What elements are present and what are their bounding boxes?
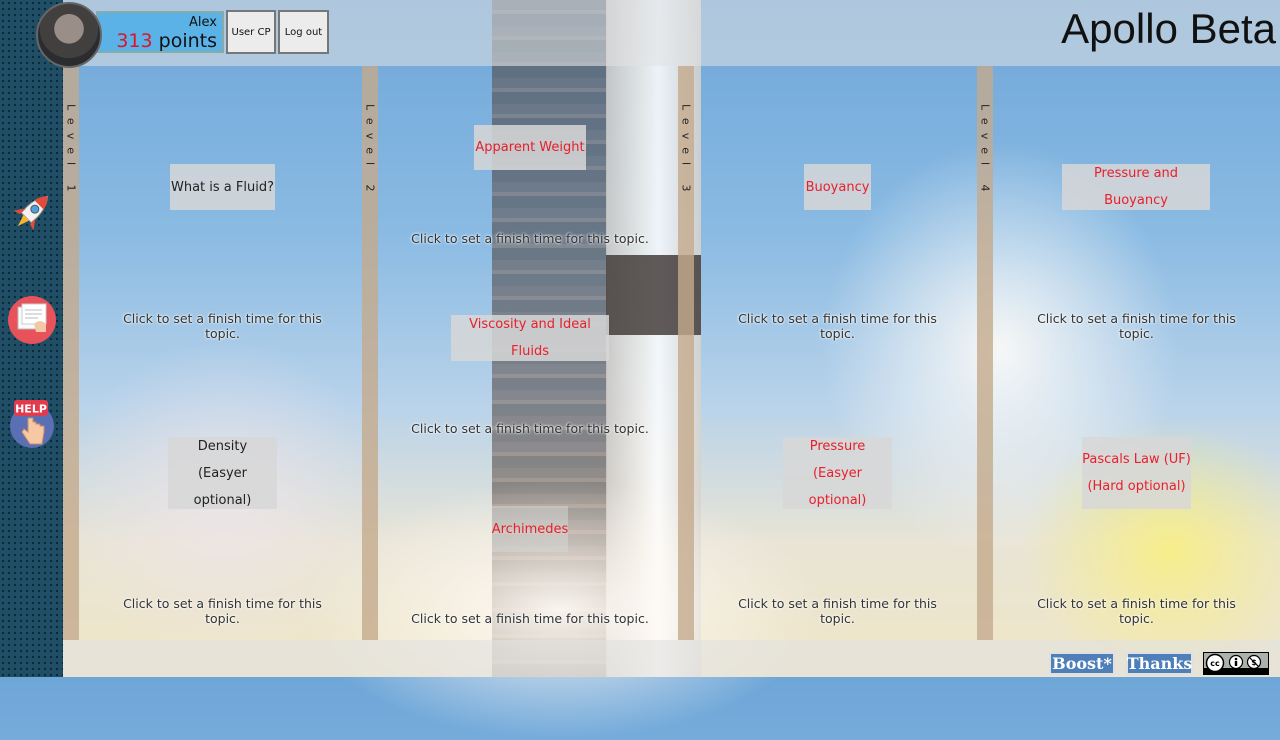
thanks-button[interactable]: Thanks xyxy=(1126,652,1193,675)
level-bar-3: Level 3 xyxy=(678,66,694,640)
points-label: points xyxy=(158,30,217,52)
user-name: Alex xyxy=(189,15,217,30)
topic-buoyancy[interactable]: Buoyancy xyxy=(804,164,871,210)
topic-title: Archimedes xyxy=(491,521,569,537)
user-points-box: Alex 313 points xyxy=(96,11,224,53)
user-points: 313 points xyxy=(98,31,217,51)
finish-time-link[interactable]: Click to set a finish time for this topi… xyxy=(735,596,940,626)
topic-subtitle: (Easyer optional) xyxy=(808,465,867,508)
topic-title: Pressure xyxy=(809,438,866,454)
topic-archimedes[interactable]: Archimedes xyxy=(492,506,568,552)
topic-subtitle: (Easyer optional) xyxy=(193,465,252,508)
rocket-icon[interactable] xyxy=(6,186,58,238)
help-icon[interactable]: HELP xyxy=(6,398,58,450)
document-icon[interactable] xyxy=(6,294,58,346)
level-label: Level 1 xyxy=(64,104,78,200)
level-label: Level 3 xyxy=(679,104,693,200)
topic-title: Apparent Weight xyxy=(475,140,585,155)
finish-time-link[interactable]: Click to set a finish time for this topi… xyxy=(120,596,325,626)
cc-license-badge[interactable]: cc $ xyxy=(1203,652,1269,675)
finish-time-link[interactable]: Click to set a finish time for this topi… xyxy=(400,611,660,626)
level-bar-1: Level 1 xyxy=(63,66,79,640)
topic-apparent-weight[interactable]: Apparent Weight xyxy=(474,125,586,170)
topic-subtitle: (Hard optional) xyxy=(1087,479,1186,494)
topic-pressure-and-buoyancy[interactable]: Pressure and Buoyancy xyxy=(1062,164,1210,210)
topic-density[interactable]: Density (Easyer optional) xyxy=(168,437,277,509)
topic-title: Buoyancy xyxy=(805,179,870,195)
topic-pascals-law[interactable]: Pascals Law (UF) (Hard optional) xyxy=(1082,437,1191,509)
topic-title: What is a Fluid? xyxy=(171,179,274,195)
level-bar-2: Level 2 xyxy=(362,66,378,640)
help-badge-text: HELP xyxy=(15,403,47,416)
level-label: Level 4 xyxy=(978,104,992,200)
level-bar-4: Level 4 xyxy=(977,66,993,640)
finish-time-link[interactable]: Click to set a finish time for this topi… xyxy=(120,311,325,341)
topic-what-is-a-fluid[interactable]: What is a Fluid? xyxy=(170,164,275,210)
topic-viscosity-and-ideal-fluids[interactable]: Viscosity and Ideal Fluids xyxy=(451,315,609,361)
topic-title: Viscosity and Ideal Fluids xyxy=(469,317,591,359)
topic-title: Density xyxy=(197,438,248,454)
app-title: Apollo Beta xyxy=(1061,5,1276,52)
points-value: 313 xyxy=(116,30,153,52)
boost-button[interactable]: Boost* xyxy=(1049,652,1115,675)
user-cp-button[interactable]: User CP xyxy=(226,10,276,54)
finish-time-link[interactable]: Click to set a finish time for this topi… xyxy=(1034,311,1239,341)
topic-pressure[interactable]: Pressure (Easyer optional) xyxy=(783,437,892,509)
svg-text:cc: cc xyxy=(1210,659,1220,668)
topic-title: Pressure and Buoyancy xyxy=(1093,166,1179,208)
finish-time-link[interactable]: Click to set a finish time for this topi… xyxy=(735,311,940,341)
topic-title: Pascals Law (UF) xyxy=(1082,452,1191,467)
log-out-button[interactable]: Log out xyxy=(278,10,329,54)
finish-time-link[interactable]: Click to set a finish time for this topi… xyxy=(400,421,660,436)
finish-time-link[interactable]: Click to set a finish time for this topi… xyxy=(1034,596,1239,626)
finish-time-link[interactable]: Click to set a finish time for this topi… xyxy=(400,231,660,246)
avatar[interactable] xyxy=(36,2,102,68)
level-label: Level 2 xyxy=(363,104,377,200)
